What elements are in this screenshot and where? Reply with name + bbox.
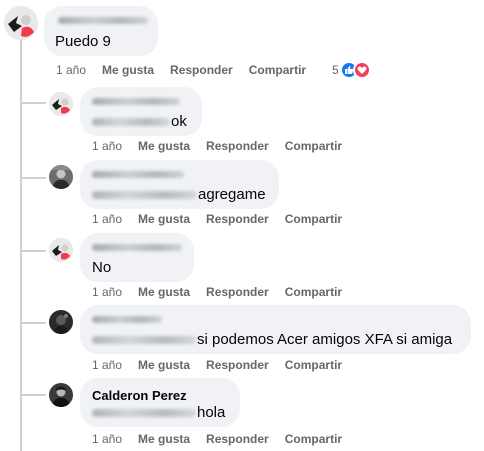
share-button[interactable]: Compartir bbox=[285, 432, 342, 446]
author-name-blurred[interactable] bbox=[92, 316, 162, 323]
thread-connector bbox=[20, 102, 46, 104]
comment-actions: 1 año Me gusta Responder Compartir bbox=[92, 212, 358, 226]
avatar[interactable] bbox=[49, 310, 73, 334]
comment-text: hola bbox=[92, 403, 225, 422]
comment-author[interactable]: Calderon Perez bbox=[92, 388, 187, 403]
reply-button[interactable]: Responder bbox=[206, 432, 269, 446]
avatar[interactable] bbox=[49, 238, 73, 262]
reply-button[interactable]: Responder bbox=[206, 212, 269, 226]
avatar[interactable] bbox=[49, 165, 73, 189]
like-button[interactable]: Me gusta bbox=[138, 285, 190, 299]
author-name-blurred[interactable] bbox=[92, 98, 180, 105]
author-name-blurred[interactable] bbox=[92, 171, 184, 178]
share-button[interactable]: Compartir bbox=[285, 212, 342, 226]
like-button[interactable]: Me gusta bbox=[138, 432, 190, 446]
blurred-mention bbox=[92, 336, 196, 345]
comment-time[interactable]: 1 año bbox=[92, 432, 122, 446]
comment-actions: 1 año Me gusta Responder Compartir bbox=[92, 285, 358, 299]
comment-bubble: ok bbox=[80, 87, 202, 136]
comment-bubble: Puedo 9 bbox=[44, 6, 158, 56]
reply-button[interactable]: Responder bbox=[206, 285, 269, 299]
comment-time[interactable]: 1 año bbox=[92, 358, 122, 372]
comment-time[interactable]: 1 año bbox=[56, 63, 86, 77]
blurred-mention bbox=[92, 191, 197, 200]
author-name-blurred[interactable] bbox=[92, 244, 182, 251]
comment-text: Puedo 9 bbox=[55, 33, 111, 50]
thread-connector bbox=[20, 250, 46, 252]
comment-bubble: agregame bbox=[80, 160, 279, 209]
comment-text: agregame bbox=[92, 185, 266, 204]
comment-time[interactable]: 1 año bbox=[92, 139, 122, 153]
like-button[interactable]: Me gusta bbox=[138, 212, 190, 226]
thread-connector bbox=[20, 322, 46, 324]
reply-button[interactable]: Responder bbox=[206, 139, 269, 153]
reaction-count: 5 bbox=[332, 63, 339, 77]
thread-connector bbox=[20, 177, 46, 179]
avatar[interactable] bbox=[4, 6, 38, 40]
comment-text: No bbox=[92, 259, 112, 276]
comment-actions: 1 año Me gusta Responder Compartir bbox=[56, 63, 322, 77]
love-icon bbox=[352, 61, 371, 79]
comment-actions: 1 año Me gusta Responder Compartir bbox=[92, 432, 358, 446]
thread-connector bbox=[20, 394, 46, 396]
like-button[interactable]: Me gusta bbox=[138, 358, 190, 372]
comment-actions: 1 año Me gusta Responder Compartir bbox=[92, 358, 358, 372]
comment-text: si podemos Acer amigos XFA si amiga bbox=[92, 330, 452, 349]
avatar[interactable] bbox=[49, 383, 73, 407]
share-button[interactable]: Compartir bbox=[285, 285, 342, 299]
like-button[interactable]: Me gusta bbox=[138, 139, 190, 153]
reply-button[interactable]: Responder bbox=[170, 63, 233, 77]
share-button[interactable]: Compartir bbox=[285, 139, 342, 153]
share-button[interactable]: Compartir bbox=[285, 358, 342, 372]
comment-time[interactable]: 1 año bbox=[92, 212, 122, 226]
reaction-summary[interactable]: 5 bbox=[332, 61, 371, 79]
blurred-mention bbox=[92, 409, 196, 418]
blurred-mention bbox=[92, 118, 170, 127]
comment-bubble: si podemos Acer amigos XFA si amiga bbox=[80, 305, 471, 354]
comment-text: ok bbox=[92, 112, 187, 131]
like-button[interactable]: Me gusta bbox=[102, 63, 154, 77]
share-button[interactable]: Compartir bbox=[249, 63, 306, 77]
comment-bubble: No bbox=[80, 233, 194, 282]
author-name-blurred[interactable] bbox=[58, 17, 148, 24]
comment-time[interactable]: 1 año bbox=[92, 285, 122, 299]
avatar[interactable] bbox=[49, 92, 73, 116]
reply-button[interactable]: Responder bbox=[206, 358, 269, 372]
comment-actions: 1 año Me gusta Responder Compartir bbox=[92, 139, 358, 153]
comment-bubble: Calderon Perez hola bbox=[80, 378, 240, 427]
